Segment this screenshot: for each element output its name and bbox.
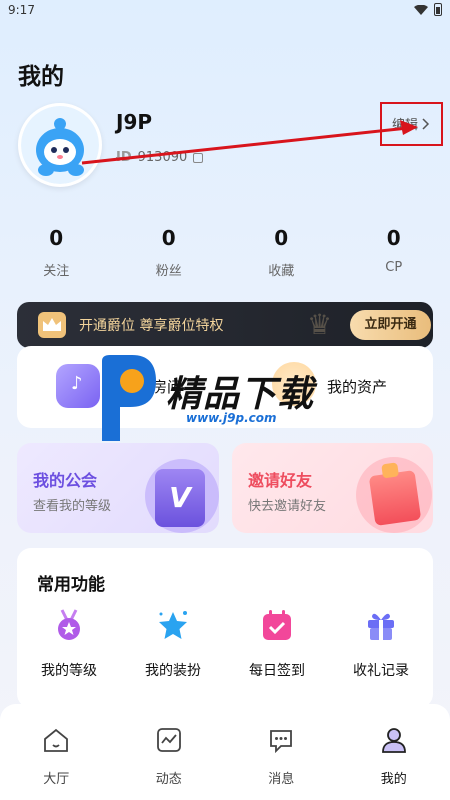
- activity-icon: [156, 728, 181, 752]
- watermark: 精品下载 www.j9p.com: [98, 355, 358, 445]
- message-icon: [270, 730, 293, 754]
- crown-icon: [38, 312, 66, 338]
- function-my-level[interactable]: 我的等级: [17, 608, 121, 680]
- tab-messages[interactable]: 消息: [225, 704, 338, 800]
- stat-value: 0: [49, 226, 64, 250]
- vip-banner[interactable]: 开通爵位 尊享爵位特权 ♛ 立即开通: [17, 302, 433, 348]
- guild-title: 我的公会: [33, 471, 98, 490]
- avatar-mascot-icon: [21, 106, 99, 184]
- function-label: 每日签到: [249, 663, 305, 679]
- tab-label: 我的: [380, 772, 407, 787]
- stat-value: 0: [386, 226, 401, 250]
- stat-cp[interactable]: 0 CP: [338, 226, 450, 279]
- medal-icon: [58, 609, 80, 640]
- page-title: 我的: [18, 64, 64, 90]
- copy-icon[interactable]: [193, 152, 204, 163]
- status-icons: [414, 3, 442, 16]
- status-time: 9:17: [8, 3, 35, 17]
- wifi-icon: [414, 4, 428, 15]
- stat-value: 0: [161, 226, 176, 250]
- music-icon[interactable]: [56, 364, 100, 408]
- stat-label: 收藏: [268, 264, 295, 279]
- stat-fans[interactable]: 0 粉丝: [113, 226, 226, 279]
- watermark-text: 精品下载: [166, 374, 315, 415]
- function-label: 收礼记录: [353, 663, 409, 679]
- stat-value: 0: [274, 226, 289, 250]
- stat-label: CP: [385, 260, 403, 275]
- invite-subtitle: 快去邀请好友: [248, 499, 327, 514]
- function-daily-checkin[interactable]: 每日签到: [225, 608, 329, 680]
- guild-subtitle: 查看我的等级: [33, 499, 112, 514]
- id-value: 913090: [137, 150, 188, 165]
- tab-label: 动态: [155, 772, 182, 787]
- profile-icon: [381, 728, 406, 753]
- common-functions-card: 常用功能 我的等级 我的装扮 每日签到 收礼记录: [17, 548, 433, 708]
- watermark-url: www.j9p.com: [186, 411, 277, 425]
- guild-badge-icon: V: [155, 469, 205, 527]
- gift-icon: [368, 613, 394, 640]
- stats-row: 0 关注 0 粉丝 0 收藏 0 CP: [0, 226, 450, 279]
- watermark-logo-icon: [102, 355, 156, 441]
- bottom-tab-bar: 大厅 动态 消息 我的: [0, 704, 450, 800]
- stat-label: 关注: [43, 264, 70, 279]
- stat-label: 粉丝: [155, 264, 182, 279]
- invite-title: 邀请好友: [248, 471, 313, 490]
- tab-label: 大厅: [43, 772, 70, 787]
- tab-mine[interactable]: 我的: [338, 704, 450, 800]
- stat-favorites[interactable]: 0 收藏: [225, 226, 338, 279]
- username: J9P: [116, 110, 153, 134]
- calendar-check-icon: [263, 610, 291, 640]
- home-icon: [44, 728, 69, 752]
- tab-hall[interactable]: 大厅: [0, 704, 113, 800]
- function-my-dressup[interactable]: 我的装扮: [121, 608, 225, 680]
- function-grid: 我的等级 我的装扮 每日签到 收礼记录: [17, 608, 433, 680]
- id-label: ID: [116, 150, 132, 165]
- guild-card[interactable]: 我的公会 查看我的等级 V: [17, 443, 219, 533]
- function-label: 我的装扮: [145, 663, 201, 679]
- star-icon: [159, 611, 187, 639]
- user-id: ID 913090: [116, 150, 204, 165]
- function-gift-records[interactable]: 收礼记录: [329, 608, 433, 680]
- gift-box-icon: [368, 470, 422, 526]
- function-label: 我的等级: [41, 663, 97, 679]
- tab-activity[interactable]: 动态: [113, 704, 226, 800]
- avatar[interactable]: [18, 103, 102, 187]
- stat-following[interactable]: 0 关注: [0, 226, 113, 279]
- battery-icon: [434, 3, 442, 16]
- invite-card[interactable]: 邀请好友 快去邀请好友: [232, 443, 433, 533]
- tab-label: 消息: [268, 772, 295, 787]
- crown-decoration-icon: ♛: [307, 308, 333, 341]
- status-bar: 9:17: [0, 0, 450, 22]
- vip-text: 开通爵位 尊享爵位特权: [79, 318, 224, 334]
- annotation-highlight-box: [380, 102, 443, 146]
- vip-open-button[interactable]: 立即开通: [350, 310, 431, 340]
- section-title: 常用功能: [37, 575, 105, 595]
